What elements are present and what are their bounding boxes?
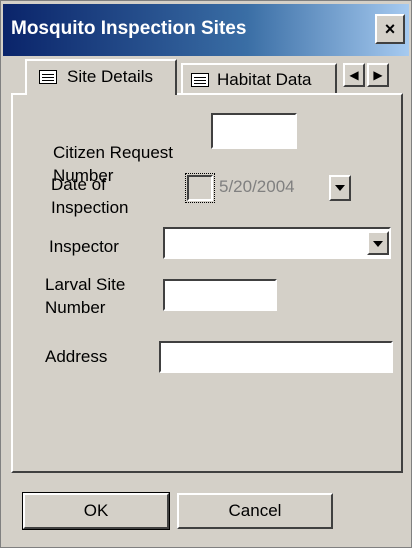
date-dropdown-button[interactable] bbox=[329, 175, 351, 201]
title-bar[interactable]: Mosquito Inspection Sites × bbox=[3, 4, 409, 56]
close-button[interactable]: × bbox=[375, 14, 405, 44]
arrow-left-icon: ◀ bbox=[349, 68, 359, 82]
citizen-request-input[interactable] bbox=[211, 113, 297, 149]
dialog-window: Mosquito Inspection Sites × Site Details… bbox=[0, 0, 412, 548]
tab-label: Site Details bbox=[67, 67, 153, 86]
larval-site-input[interactable] bbox=[163, 279, 277, 311]
address-input[interactable] bbox=[159, 341, 393, 373]
close-icon: × bbox=[384, 19, 396, 39]
inspector-label: Inspector bbox=[49, 237, 119, 256]
date-value: 5/20/2004 bbox=[219, 177, 295, 196]
cancel-button[interactable]: Cancel bbox=[177, 493, 333, 529]
inspector-select[interactable] bbox=[163, 227, 391, 259]
date-enabled-checkbox[interactable] bbox=[185, 173, 215, 203]
inspector-dropdown-button[interactable] bbox=[367, 231, 389, 255]
tab-habitat-data[interactable]: Habitat Data bbox=[181, 63, 337, 97]
window-title: Mosquito Inspection Sites bbox=[11, 18, 247, 39]
address-label: Address bbox=[45, 347, 108, 366]
form-icon bbox=[39, 70, 57, 84]
ok-button[interactable]: OK bbox=[22, 492, 170, 530]
larval-site-label: Larval Site Number bbox=[45, 275, 126, 317]
form-icon bbox=[191, 73, 209, 87]
tab-panel-site-details: Citizen Request Number Date of Inspectio… bbox=[11, 93, 403, 473]
arrow-right-icon: ▶ bbox=[373, 68, 383, 82]
date-of-inspection-label: Date of Inspection bbox=[51, 175, 129, 217]
tab-site-details[interactable]: Site Details bbox=[25, 59, 177, 95]
tab-scroll-left-button[interactable]: ◀ bbox=[343, 63, 365, 87]
tab-label: Habitat Data bbox=[217, 70, 312, 89]
tab-scroll-right-button[interactable]: ▶ bbox=[367, 63, 389, 87]
